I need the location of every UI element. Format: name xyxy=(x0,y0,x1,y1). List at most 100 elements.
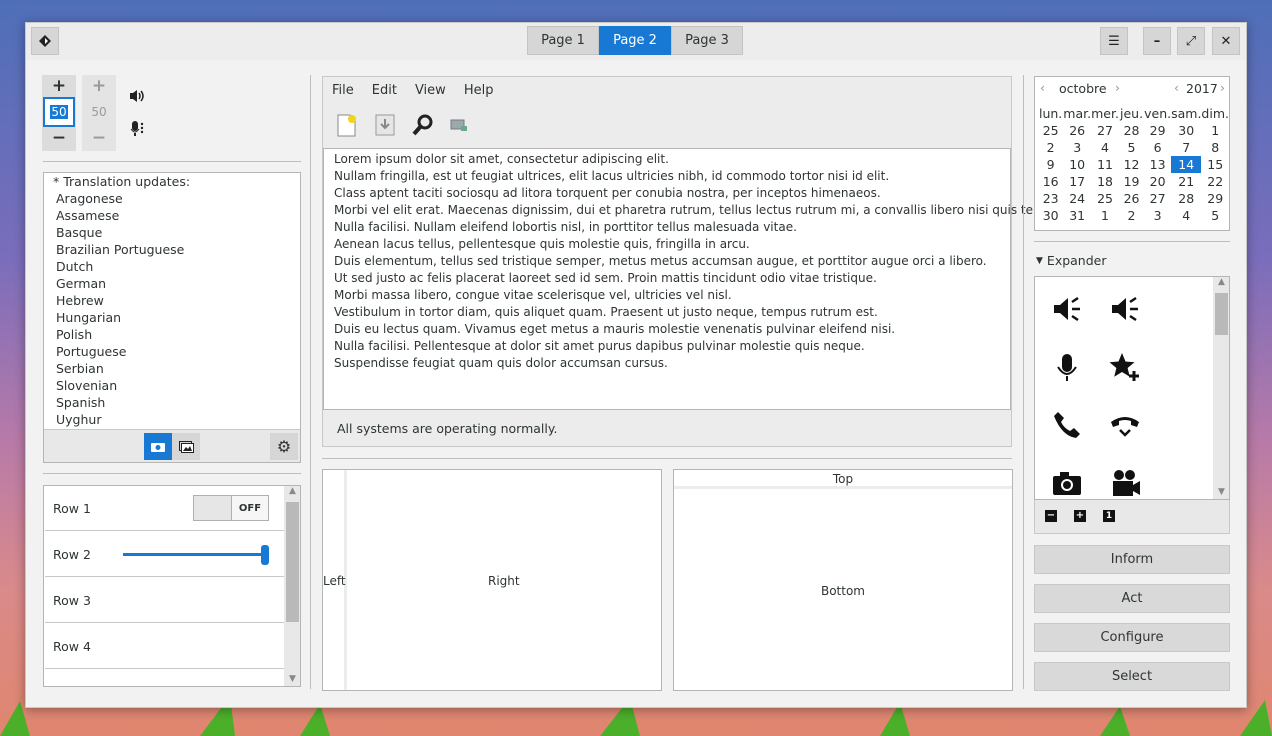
icon-view-scrollbar[interactable]: ▲ ▼ xyxy=(1213,277,1229,499)
star-add-icon[interactable] xyxy=(1105,347,1145,387)
list-item[interactable]: Slovenian xyxy=(44,377,300,394)
calendar-day[interactable]: 14 xyxy=(1171,156,1202,173)
act-button[interactable]: Act xyxy=(1034,584,1230,613)
calendar-day[interactable]: 13 xyxy=(1144,156,1171,173)
calendar-day[interactable]: 26 xyxy=(1063,122,1091,139)
calendar-day[interactable]: 28 xyxy=(1171,190,1201,207)
row2-slider[interactable] xyxy=(123,553,269,556)
calendar-day[interactable]: 21 xyxy=(1171,173,1201,190)
calendar-day[interactable]: 2 xyxy=(1119,207,1144,224)
text-view[interactable]: Lorem ipsum dolor sit amet, consectetur … xyxy=(323,148,1057,410)
audio-volume-icon[interactable] xyxy=(1105,289,1145,329)
menu-edit[interactable]: Edit xyxy=(363,77,406,104)
volume-decrement-button[interactable]: − xyxy=(42,127,76,149)
camera-photo-icon[interactable] xyxy=(1047,463,1087,499)
app-menu-button[interactable] xyxy=(31,27,59,55)
calendar-day[interactable]: 30 xyxy=(1038,207,1063,224)
scroll-down-arrow-icon[interactable]: ▼ xyxy=(284,674,300,684)
mic-value-field[interactable]: 50 xyxy=(83,97,115,127)
calendar-day[interactable]: 4 xyxy=(1091,139,1119,156)
select-button[interactable]: Select xyxy=(1034,662,1230,691)
list-item[interactable]: Polish xyxy=(44,326,300,343)
close-button[interactable]: ✕ xyxy=(1212,27,1240,55)
prev-month-arrow-icon[interactable]: ‹ xyxy=(1040,80,1045,95)
microphone-icon[interactable] xyxy=(1047,347,1087,387)
camera-view-button[interactable] xyxy=(144,433,172,460)
list-item[interactable]: Assamese xyxy=(44,207,300,224)
calendar-day[interactable]: 26 xyxy=(1119,190,1144,207)
volume-value-field[interactable]: 50 xyxy=(43,97,75,127)
audio-volume-muted-icon[interactable] xyxy=(1047,289,1087,329)
calendar-day[interactable]: 22 xyxy=(1201,173,1229,190)
calendar-day[interactable]: 17 xyxy=(1063,173,1091,190)
maximize-button[interactable]: ⤢ xyxy=(1177,27,1205,55)
call-end-icon[interactable] xyxy=(1105,405,1145,445)
configure-button[interactable]: Configure xyxy=(1034,623,1230,652)
calendar-day[interactable]: 1 xyxy=(1201,122,1229,139)
list-item[interactable]: Spanish xyxy=(44,394,300,411)
row2-slider-handle[interactable] xyxy=(261,545,269,565)
tab-page-2[interactable]: Page 2 xyxy=(599,26,671,55)
calendar-day[interactable]: 2 xyxy=(1038,139,1063,156)
next-month-arrow-icon[interactable]: › xyxy=(1115,80,1120,95)
calendar-day[interactable]: 8 xyxy=(1201,139,1229,156)
remove-icon[interactable]: − xyxy=(1045,510,1057,522)
settings-button[interactable]: ⚙ xyxy=(270,433,298,460)
list-item[interactable]: Dutch xyxy=(44,258,300,275)
calendar-day[interactable]: 7 xyxy=(1171,139,1201,156)
calendar-day[interactable]: 11 xyxy=(1091,156,1119,173)
calendar-day[interactable]: 28 xyxy=(1119,122,1144,139)
scroll-down-arrow-icon[interactable]: ▼ xyxy=(1213,487,1229,497)
list-item[interactable]: Portuguese xyxy=(44,343,300,360)
volume-increment-button[interactable]: + xyxy=(42,75,76,97)
download-icon[interactable] xyxy=(373,113,397,137)
calendar-day[interactable]: 3 xyxy=(1144,207,1171,224)
calendar-day[interactable]: 6 xyxy=(1144,139,1171,156)
camera-video-icon[interactable] xyxy=(1105,463,1145,499)
calendar-day[interactable]: 9 xyxy=(1038,156,1063,173)
next-year-arrow-icon[interactable]: › xyxy=(1220,80,1225,95)
rows-scrollbar[interactable]: ▲ ▼ xyxy=(284,486,300,686)
mic-increment-button[interactable]: + xyxy=(82,75,116,97)
calendar-day[interactable]: 25 xyxy=(1091,190,1119,207)
inform-button[interactable]: Inform xyxy=(1034,545,1230,574)
search-icon[interactable] xyxy=(411,113,435,137)
calendar-day[interactable]: 12 xyxy=(1119,156,1144,173)
calendar-day[interactable]: 15 xyxy=(1201,156,1229,173)
calendar-day[interactable]: 30 xyxy=(1171,122,1201,139)
tab-page-1[interactable]: Page 1 xyxy=(527,26,599,55)
list-item[interactable]: Serbian xyxy=(44,360,300,377)
list-item[interactable]: Aragonese xyxy=(44,190,300,207)
calendar-day[interactable]: 19 xyxy=(1119,173,1144,190)
pane-divider-handle[interactable] xyxy=(674,486,1012,489)
new-document-icon[interactable] xyxy=(335,113,359,137)
minimize-button[interactable]: – xyxy=(1143,27,1171,55)
menu-view[interactable]: View xyxy=(406,77,455,104)
calendar-day[interactable]: 27 xyxy=(1091,122,1119,139)
hamburger-menu-button[interactable]: ☰ xyxy=(1100,27,1128,55)
calendar-day[interactable]: 16 xyxy=(1038,173,1063,190)
scroll-up-arrow-icon[interactable]: ▲ xyxy=(1213,277,1229,291)
list-item[interactable]: German xyxy=(44,275,300,292)
calendar-day[interactable]: 31 xyxy=(1063,207,1091,224)
phone-icon[interactable] xyxy=(1047,405,1087,445)
calendar-day[interactable]: 5 xyxy=(1201,207,1229,224)
list-item[interactable]: Brazilian Portuguese xyxy=(44,241,300,258)
calendar-day[interactable]: 5 xyxy=(1119,139,1144,156)
calendar-day[interactable]: 10 xyxy=(1063,156,1091,173)
scrollbar-thumb[interactable] xyxy=(1215,293,1228,335)
list-item[interactable]: Hebrew xyxy=(44,292,300,309)
list-item[interactable]: Hungarian xyxy=(44,309,300,326)
calendar-day[interactable]: 1 xyxy=(1091,207,1119,224)
list-item[interactable]: * Translation updates: xyxy=(44,173,300,190)
list-item[interactable]: Uyghur xyxy=(44,411,300,428)
screen-icon[interactable] xyxy=(449,115,469,135)
menu-help[interactable]: Help xyxy=(455,77,503,104)
expander-header[interactable]: ▼ Expander xyxy=(1036,253,1107,268)
tab-page-3[interactable]: Page 3 xyxy=(671,26,743,55)
row1-toggle-switch[interactable]: OFF xyxy=(193,495,269,521)
calendar-day[interactable]: 20 xyxy=(1144,173,1171,190)
add-icon[interactable]: + xyxy=(1074,510,1086,522)
calendar-day[interactable]: 4 xyxy=(1171,207,1201,224)
calendar-day[interactable]: 24 xyxy=(1063,190,1091,207)
